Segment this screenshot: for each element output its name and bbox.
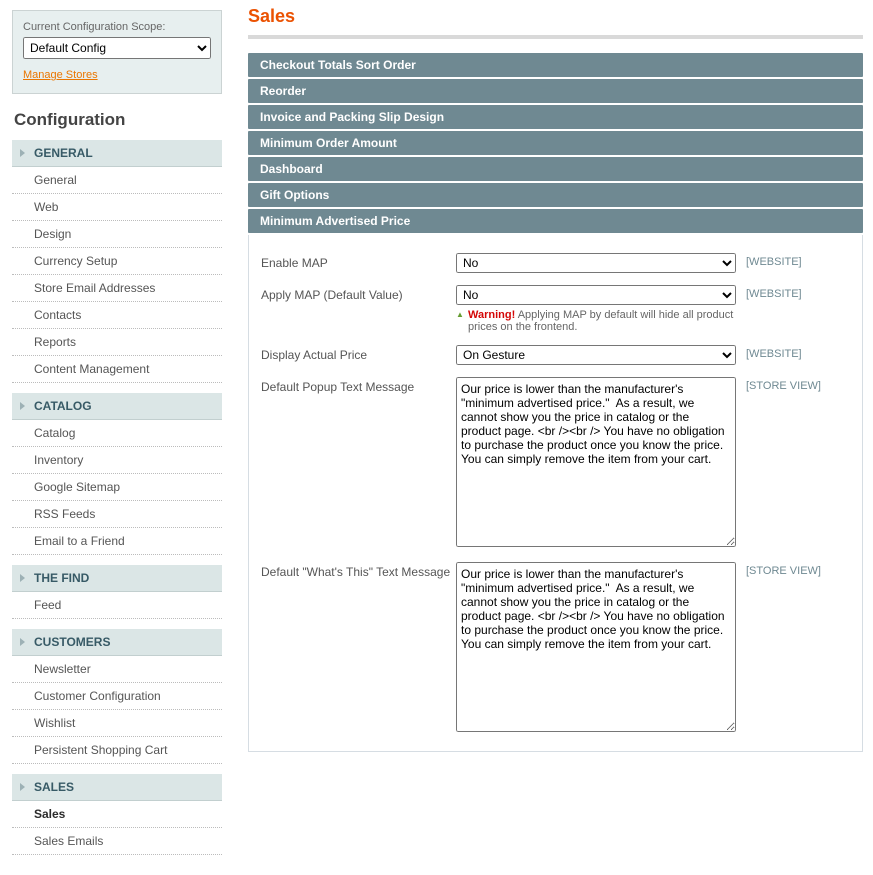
field-label: Default "What's This" Text Message xyxy=(261,562,456,579)
enable-map-select[interactable]: No xyxy=(456,253,736,273)
whats-this-textarea[interactable] xyxy=(456,562,736,732)
field-scope: [WEBSITE] xyxy=(736,345,850,360)
section-bar[interactable]: Gift Options xyxy=(248,183,863,207)
nav-item[interactable]: Inventory xyxy=(12,447,222,474)
field-label: Default Popup Text Message xyxy=(261,377,456,394)
nav-item[interactable]: Currency Setup xyxy=(12,248,222,275)
field-popup-msg: Default Popup Text Message [STORE VIEW] xyxy=(261,377,850,550)
nav-item[interactable]: Reports xyxy=(12,329,222,356)
section-bar[interactable]: Dashboard xyxy=(248,157,863,181)
scope-box: Current Configuration Scope: Default Con… xyxy=(12,10,222,94)
field-whats-this: Default "What's This" Text Message [STOR… xyxy=(261,562,850,735)
field-label: Enable MAP xyxy=(261,253,456,270)
nav-item[interactable]: General xyxy=(12,167,222,194)
manage-stores-link[interactable]: Manage Stores xyxy=(23,69,98,81)
nav-item[interactable]: Store Email Addresses xyxy=(12,275,222,302)
main: Sales Checkout Totals Sort OrderReorderI… xyxy=(232,0,873,875)
title-rule xyxy=(248,35,863,39)
field-label: Apply MAP (Default Value) xyxy=(261,285,456,302)
nav-item[interactable]: RSS Feeds xyxy=(12,501,222,528)
field-apply-map: Apply MAP (Default Value) No Warning! Ap… xyxy=(261,285,850,333)
popup-msg-textarea[interactable] xyxy=(456,377,736,547)
nav-item[interactable]: Email to a Friend xyxy=(12,528,222,555)
nav-section-head[interactable]: SALES xyxy=(12,774,222,801)
nav-item[interactable]: Newsletter xyxy=(12,656,222,683)
nav-section-head[interactable]: CUSTOMERS xyxy=(12,629,222,656)
section-bar[interactable]: Reorder xyxy=(248,79,863,103)
field-scope: [STORE VIEW] xyxy=(736,562,850,577)
nav-item[interactable]: Design xyxy=(12,221,222,248)
page-title: Sales xyxy=(248,6,863,27)
config-heading: Configuration xyxy=(14,110,222,130)
nav-section-head[interactable]: GENERAL xyxy=(12,140,222,167)
nav-item[interactable]: Sales Emails xyxy=(12,828,222,855)
nav-item[interactable]: Persistent Shopping Cart xyxy=(12,737,222,764)
nav-item[interactable]: Content Management xyxy=(12,356,222,383)
nav-item[interactable]: Sales xyxy=(12,801,222,828)
section-bar[interactable]: Minimum Advertised Price xyxy=(248,209,863,233)
section-bar[interactable]: Checkout Totals Sort Order xyxy=(248,53,863,77)
nav-section-head[interactable]: THE FIND xyxy=(12,565,222,592)
sidebar: Current Configuration Scope: Default Con… xyxy=(0,0,232,875)
config-nav: GENERALGeneralWebDesignCurrency SetupSto… xyxy=(12,140,222,865)
sections-list: Checkout Totals Sort OrderReorderInvoice… xyxy=(248,53,863,233)
nav-item[interactable]: Feed xyxy=(12,592,222,619)
nav-item[interactable]: Google Sitemap xyxy=(12,474,222,501)
field-label: Display Actual Price xyxy=(261,345,456,362)
field-scope: [WEBSITE] xyxy=(736,285,850,300)
scope-select[interactable]: Default Config xyxy=(23,37,211,59)
nav-item[interactable]: Wishlist xyxy=(12,710,222,737)
nav-item[interactable]: Contacts xyxy=(12,302,222,329)
nav-item[interactable]: Web xyxy=(12,194,222,221)
field-scope: [STORE VIEW] xyxy=(736,377,850,392)
nav-item[interactable]: Catalog xyxy=(12,420,222,447)
apply-map-note: Warning! Applying MAP by default will hi… xyxy=(456,309,736,333)
section-bar[interactable]: Invoice and Packing Slip Design xyxy=(248,105,863,129)
apply-map-select[interactable]: No xyxy=(456,285,736,305)
nav-item[interactable]: Customer Configuration xyxy=(12,683,222,710)
section-bar[interactable]: Minimum Order Amount xyxy=(248,131,863,155)
field-display-actual: Display Actual Price On Gesture [WEBSITE… xyxy=(261,345,850,365)
scope-label: Current Configuration Scope: xyxy=(23,21,211,33)
field-enable-map: Enable MAP No [WEBSITE] xyxy=(261,253,850,273)
display-actual-select[interactable]: On Gesture xyxy=(456,345,736,365)
field-scope: [WEBSITE] xyxy=(736,253,850,268)
map-fields: Enable MAP No [WEBSITE] Apply MAP (Defau… xyxy=(248,235,863,752)
nav-section-head[interactable]: CATALOG xyxy=(12,393,222,420)
